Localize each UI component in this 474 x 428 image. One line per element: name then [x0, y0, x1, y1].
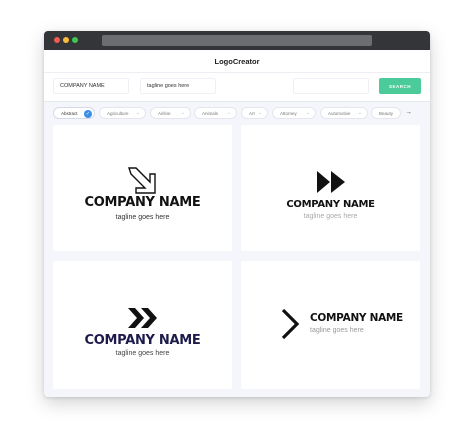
chevron-down-icon: ⌄ [257, 110, 262, 116]
filter-chip-label: Agriculture [107, 110, 129, 116]
filter-chip-beauty[interactable]: Beauty [371, 107, 401, 119]
filter-chip-label: Animals [202, 110, 219, 116]
category-filter-row: Abstract ✓ Agriculture ⌄ Airline ⌄ Anima… [44, 101, 430, 125]
filter-chip-label: Automotive [328, 110, 351, 116]
chevron-down-icon: ⌄ [180, 110, 185, 116]
app-title: LogoCreator [214, 56, 260, 66]
logo-card[interactable]: COMPANY NAME tagline goes here [241, 125, 420, 251]
chevron-down-icon: ⌄ [226, 110, 231, 116]
tagline-text: tagline goes here [115, 214, 170, 221]
filter-chip-label: Beauty [379, 110, 394, 116]
company-name-text: COMPANY NAME [286, 199, 375, 210]
logo-card[interactable]: COMPANY NAME tagline goes here [53, 125, 232, 251]
close-window-dot[interactable] [54, 37, 60, 43]
logo-card[interactable]: COMPANY NAME tagline goes here [241, 261, 420, 389]
check-icon: ✓ [84, 109, 92, 118]
tagline-text: tagline goes here [310, 327, 364, 334]
company-name-text: COMPANY NAME [310, 312, 403, 324]
filter-chip-agriculture[interactable]: Agriculture ⌄ [99, 107, 146, 119]
filter-chip-label: Airline [158, 110, 171, 116]
filter-chip-label: Art [249, 110, 255, 116]
tagline-text: tagline goes here [303, 213, 358, 220]
keyword-input[interactable] [293, 78, 369, 94]
filter-chip-abstract[interactable]: Abstract ✓ [53, 107, 95, 119]
browser-window: LogoCreator COMPANY NAME tagline goes he… [44, 31, 430, 397]
maximize-window-dot[interactable] [72, 37, 78, 43]
chevron-down-icon: ⌄ [135, 110, 140, 116]
filter-chip-art[interactable]: Art ⌄ [241, 107, 268, 119]
address-bar[interactable] [102, 35, 372, 46]
chevron-down-icon: ⌄ [357, 110, 362, 116]
filter-chip-animals[interactable]: Animals ⌄ [194, 107, 237, 119]
browser-chrome [44, 31, 430, 50]
company-name-text: COMPANY NAME [84, 195, 201, 210]
company-name-text: COMPANY NAME [84, 333, 201, 348]
diagonal-arrow-icon [128, 167, 156, 194]
company-name-input[interactable]: COMPANY NAME [53, 78, 129, 94]
filter-chip-label: Attorney [280, 110, 297, 116]
search-row: COMPANY NAME tagline goes here SEARCH [44, 73, 430, 101]
app-header: LogoCreator [44, 50, 430, 73]
filter-chip-label: Abstract [61, 110, 78, 116]
filter-chip-airline[interactable]: Airline ⌄ [150, 107, 191, 119]
search-button[interactable]: SEARCH [379, 78, 421, 94]
tagline-input[interactable]: tagline goes here [140, 78, 216, 94]
arrow-right-icon[interactable]: → [405, 109, 412, 116]
filter-chip-automotive[interactable]: Automotive ⌄ [320, 107, 368, 119]
filter-chip-attorney[interactable]: Attorney ⌄ [272, 107, 316, 119]
chevron-right-icon [281, 308, 300, 340]
chevron-down-icon: ⌄ [305, 110, 310, 116]
tagline-text: tagline goes here [115, 350, 170, 357]
minimize-window-dot[interactable] [63, 37, 69, 43]
double-chevron-icon [128, 308, 157, 328]
logo-card[interactable]: COMPANY NAME tagline goes here [53, 261, 232, 389]
fast-forward-icon [317, 171, 345, 193]
